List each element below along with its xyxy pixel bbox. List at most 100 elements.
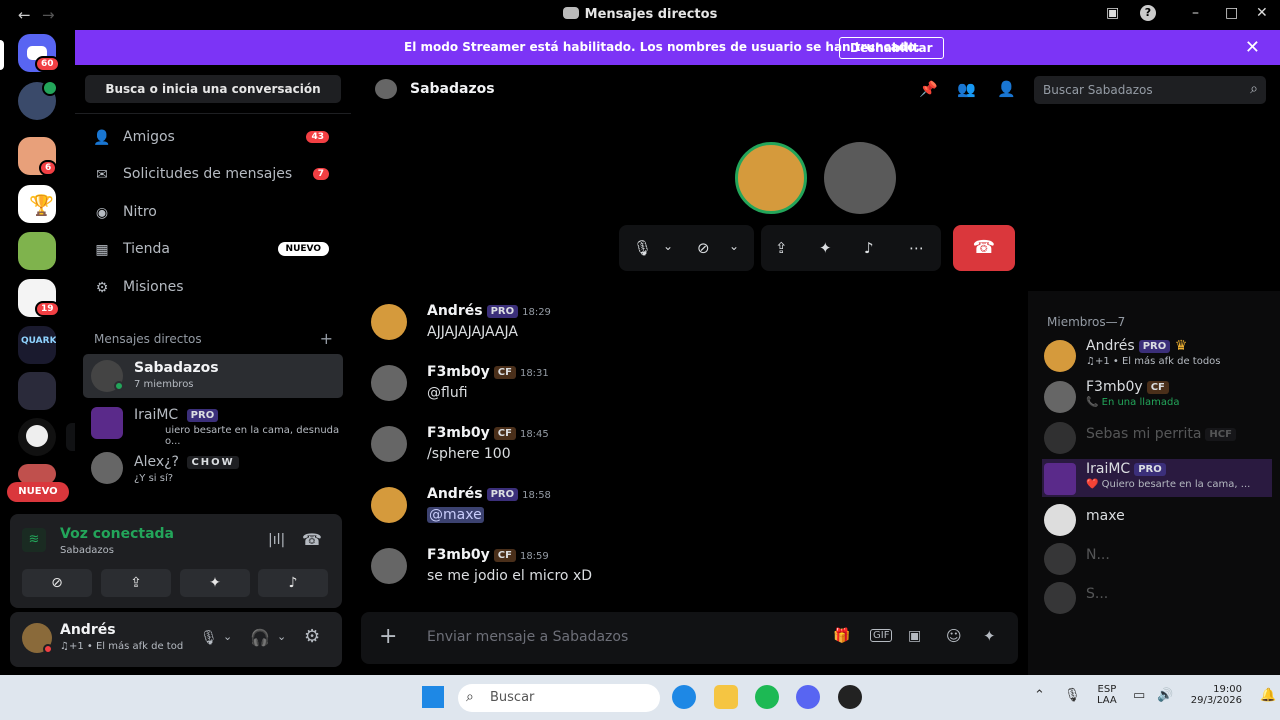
new-pill[interactable]: NUEVO [7,482,69,502]
member-list-icon[interactable]: 👤 [997,80,1016,98]
microphone-tray-icon[interactable]: 🎙 [1064,688,1081,703]
participant-avatar-speaking[interactable] [735,142,807,214]
message-input[interactable]: Enviar mensaje a Sabadazos [427,629,628,645]
chevron-down-icon[interactable]: ⌄ [223,630,232,643]
windows-start-icon[interactable] [422,686,444,708]
member-item[interactable]: Andrés PRO ♛ ♫+1 • El más afk de todos [1044,336,1272,376]
search-icon: ⌕ [1250,81,1258,97]
create-dm-icon[interactable]: + [320,329,333,348]
hang-up-button[interactable]: ☎ [953,225,1015,271]
file-explorer-icon[interactable] [714,685,738,709]
member-item[interactable]: maxe [1044,500,1272,540]
nav-quests[interactable]: ⚙ Misiones [83,270,343,306]
member-item[interactable]: IraiMC PRO ❤️ Quiero besarte en la cama, … [1044,459,1272,499]
discord-taskbar-icon[interactable] [796,685,820,709]
noise-suppression-icon[interactable]: |ıl| [268,532,285,548]
soundboard-button[interactable]: ♪ [258,569,328,597]
activities-icon[interactable]: ✦ [819,239,832,257]
more-icon[interactable]: ⋯ [909,239,924,257]
channel-name: Sabadazos [410,81,495,97]
avatar[interactable] [371,365,407,401]
network-icon[interactable]: ▭ [1133,688,1145,703]
emoji-icon[interactable]: ☺ [946,627,962,645]
gif-icon[interactable]: GIF [870,629,893,642]
server-5-badge: 19 [35,301,60,317]
search-input[interactable]: Buscar Sabadazos ⌕ [1034,76,1266,104]
headphones-icon[interactable]: 🎧 [250,628,270,647]
pin-icon[interactable]: 📌 [919,80,938,98]
screenshare-icon[interactable]: ⇪ [775,239,788,257]
chevron-down-icon[interactable]: ⌄ [277,630,286,643]
chevron-down-icon[interactable]: ⌄ [663,239,673,253]
dm-item-alex[interactable]: Alex¿? CHOW ¿Y si sí? [83,448,343,484]
camera-off-button[interactable]: ⊘ [22,569,92,597]
close-banner-icon[interactable]: ✕ [1245,37,1260,58]
clock[interactable]: 19:00 29/3/2026 [1186,684,1242,706]
user-mention[interactable]: @maxe [427,507,484,523]
volume-icon[interactable]: 🔊 [1157,688,1173,703]
home-badge: 60 [35,56,60,72]
server-3[interactable]: 🏆 [18,185,56,223]
dm-item-iraimc[interactable]: IraiMC PRO uiero besarte en la cama, des… [83,405,343,447]
language-indicator[interactable]: ESP LAA [1097,684,1117,706]
chevron-up-icon[interactable]: ⌃ [1034,688,1045,703]
participant-avatar[interactable] [824,142,896,214]
gift-icon[interactable]: 🎁 [833,628,850,644]
microphone-icon[interactable]: 🎙 [633,239,652,257]
mail-icon: ✉ [96,167,108,183]
add-friends-icon[interactable]: 👥 [957,80,976,98]
member-item-offline[interactable]: Sebas mi perrita HCF [1044,418,1272,458]
server-7[interactable] [18,372,56,410]
edge-icon[interactable] [672,685,696,709]
chevron-down-icon[interactable]: ⌄ [729,239,739,253]
avatar[interactable] [371,487,407,523]
add-attachment-icon[interactable]: + [379,624,397,649]
settings-icon[interactable]: ⚙ [304,626,320,647]
nav-message-requests[interactable]: ✉ Solicitudes de mensajes 7 [83,157,343,193]
selected-pip [0,40,4,70]
activities-button[interactable]: ✦ [180,569,250,597]
signal-icon[interactable]: ≋ [22,528,46,552]
server-2-badge: 6 [39,160,58,176]
member-item[interactable]: F3mb0y CF 📞 En una llamada [1044,377,1272,417]
member-item-offline[interactable]: N... [1044,539,1272,579]
server-moonfly[interactable] [18,418,56,456]
member-item-offline[interactable]: S... [1044,578,1272,618]
nav-shop[interactable]: ▦ Tienda NUEVO [83,232,343,268]
friends-badge: 43 [306,131,329,143]
quark-craft-logo: QUARK [21,336,56,346]
voice-channel[interactable]: Sabadazos [60,545,114,556]
avatar [1044,543,1076,575]
camera-off-icon[interactable]: ⊘ [697,239,710,257]
dm-item-sabadazos[interactable]: Sabadazos 7 miembros [83,354,343,398]
maximize-button[interactable]: □ [1225,5,1238,21]
spotify-icon[interactable] [755,685,779,709]
server-8[interactable] [18,464,56,484]
minimize-button[interactable]: – [1192,5,1199,21]
nav-nitro[interactable]: ◉ Nitro [83,195,343,231]
sticker-icon[interactable]: ▣ [908,628,921,644]
disconnect-icon[interactable]: ☎ [302,530,322,549]
soundboard-icon[interactable]: ♪ [864,239,874,257]
voice-status[interactable]: Voz conectada [60,526,174,542]
channel-header: Sabadazos 📌 👥 👤 Buscar Sabadazos ⌕ [351,65,1280,115]
avatar[interactable] [371,304,407,340]
avatar[interactable] [371,426,407,462]
server-6[interactable]: QUARK [18,326,56,364]
screenshare-button[interactable]: ⇪ [101,569,171,597]
avatar[interactable] [371,548,407,584]
close-window-button[interactable]: ✕ [1256,5,1268,21]
server-4[interactable] [18,232,56,270]
help-icon[interactable]: ? [1140,5,1156,21]
taskbar-search[interactable]: ⌕ Buscar [458,684,660,712]
streamer-mode-banner: El modo Streamer está habilitado. Los no… [75,30,1280,65]
notification-icon[interactable]: 🔔 [1260,688,1276,703]
app-icon[interactable] [838,685,862,709]
apps-icon[interactable]: ✦ [983,627,996,645]
pro-tag: PRO [186,409,219,422]
disable-streamer-button[interactable]: Deshabilitar [839,37,944,59]
microphone-icon[interactable]: 🎙 [200,630,218,646]
nav-friends[interactable]: 👤 Amigos 43 [83,120,343,156]
find-conversation-button[interactable]: Busca o inicia una conversación [85,75,341,103]
inbox-icon[interactable]: ▣ [1106,5,1119,21]
